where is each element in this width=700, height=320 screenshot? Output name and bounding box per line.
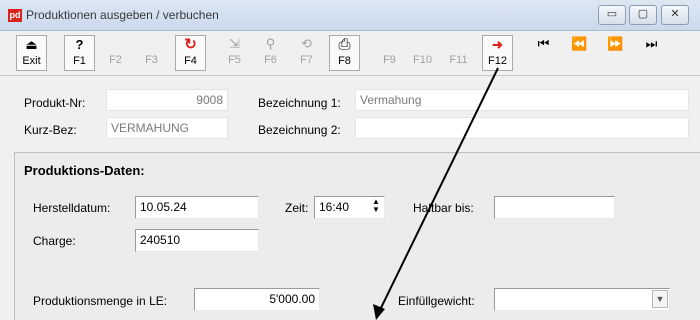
annotation-arrow-head — [373, 304, 385, 320]
annotation-arrow — [373, 67, 499, 320]
annotation-arrow-line — [377, 67, 499, 315]
main-window: pd Produktionen ausgeben / verbuchen ▭ ▢… — [0, 0, 700, 320]
